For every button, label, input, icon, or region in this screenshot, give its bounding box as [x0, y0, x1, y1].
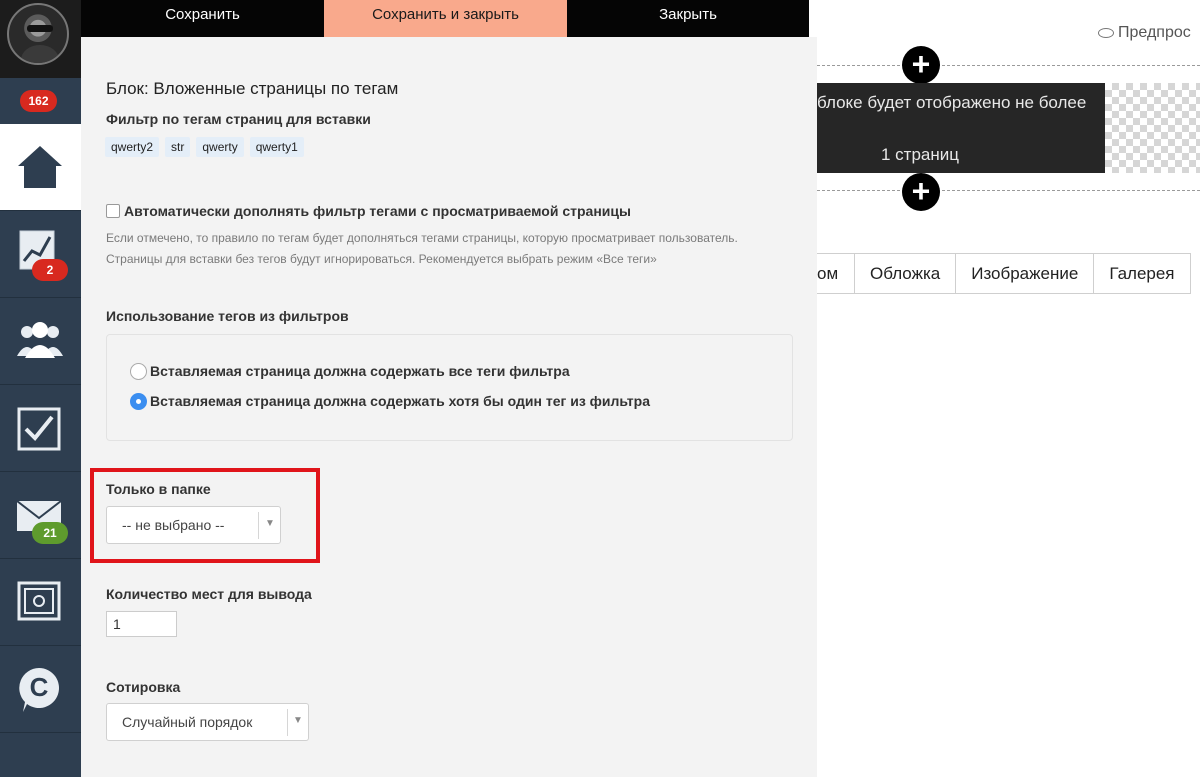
- preview-link[interactable]: Предпрос: [1098, 24, 1191, 42]
- auto-fill-label[interactable]: Автоматически дополнять фильтр тегами с …: [124, 203, 631, 219]
- count-input[interactable]: 1: [106, 611, 177, 637]
- save-and-close-button[interactable]: Сохранить и закрыть: [324, 0, 567, 37]
- tags-usage-options: Вставляемая страница должна содержать вс…: [106, 334, 793, 441]
- select-divider: [258, 512, 259, 539]
- preview-block[interactable]: блоке будет отображено не более 1 страни…: [817, 83, 1105, 173]
- nav-item-mail[interactable]: 21: [0, 472, 81, 559]
- tag-chip[interactable]: qwerty: [196, 137, 244, 157]
- nav-item-users[interactable]: [0, 298, 81, 385]
- close-button[interactable]: Закрыть: [567, 0, 809, 37]
- avatar[interactable]: [7, 3, 69, 65]
- folder-select-value: -- не выбрано --: [122, 517, 225, 533]
- tab-cover[interactable]: Обложка: [855, 253, 957, 294]
- preview-block-count: 1 страниц: [881, 145, 959, 164]
- radio-all-tags-label[interactable]: Вставляемая страница должна содержать вс…: [150, 363, 570, 379]
- safe-icon: [17, 581, 61, 621]
- nav-item-stats[interactable]: 2: [0, 211, 81, 298]
- transparent-placeholder: [1105, 83, 1200, 173]
- editor-toolbar: Сохранить Сохранить и закрыть Закрыть: [81, 0, 809, 37]
- folder-select[interactable]: -- не выбрано -- ▼: [106, 506, 281, 544]
- chevron-down-icon: ▼: [265, 518, 275, 529]
- select-divider: [287, 709, 288, 736]
- preview-block-text: блоке будет отображено не более: [817, 93, 1087, 112]
- chevron-down-icon: ▼: [293, 715, 303, 726]
- stats-badge: 2: [32, 259, 68, 281]
- save-button[interactable]: Сохранить: [81, 0, 324, 37]
- tag-chip[interactable]: qwerty1: [249, 137, 304, 157]
- nav-item-safe[interactable]: [0, 559, 81, 646]
- sort-label: Сотировка: [106, 679, 181, 695]
- tab-gallery[interactable]: Галерея: [1094, 253, 1191, 294]
- folder-label: Только в папке: [106, 481, 211, 497]
- radio-any-tag[interactable]: [130, 393, 147, 410]
- auto-fill-checkbox[interactable]: [106, 204, 120, 218]
- insert-divider-bottom: [817, 190, 1200, 191]
- tag-list: qwerty2 str qwerty qwerty1: [105, 137, 304, 157]
- radio-any-tag-label[interactable]: Вставляемая страница должна содержать хо…: [150, 393, 650, 409]
- auto-fill-help-line2: Страницы для вставки без тегов будут игн…: [106, 252, 657, 266]
- nav-item-tasks[interactable]: [0, 385, 81, 472]
- tab-image[interactable]: Изображение: [956, 253, 1095, 294]
- profile-area: [0, 0, 81, 78]
- panel-title: Блок: Вложенные страницы по тегам: [106, 79, 399, 98]
- nav-item-support[interactable]: C: [0, 646, 81, 733]
- eye-icon: [1098, 27, 1114, 38]
- users-icon: [17, 322, 63, 358]
- left-navigation: 162 2 21 C: [0, 0, 81, 777]
- tag-filter-label: Фильтр по тегам страниц для вставки: [106, 111, 371, 127]
- add-block-icon[interactable]: +: [902, 46, 940, 84]
- tag-chip[interactable]: str: [165, 137, 191, 157]
- auto-fill-help-line1: Если отмечено, то правило по тегам будет…: [106, 231, 738, 245]
- checkbox-icon: [17, 407, 61, 451]
- preview-label: Предпрос: [1118, 24, 1191, 41]
- radio-all-tags[interactable]: [130, 363, 147, 380]
- home-icon: [18, 146, 62, 188]
- block-settings-panel: Блок: Вложенные страницы по тегам Фильтр…: [81, 37, 817, 777]
- tag-chip[interactable]: qwerty2: [105, 137, 160, 157]
- svg-text:C: C: [30, 672, 49, 702]
- sort-select-value: Случайный порядок: [122, 714, 253, 730]
- block-type-tabs: ом Обложка Изображение Галерея: [817, 253, 1191, 294]
- tags-usage-label: Использование тегов из фильтров: [106, 308, 349, 324]
- sort-select[interactable]: Случайный порядок ▼: [106, 703, 309, 741]
- add-block-icon[interactable]: +: [902, 173, 940, 211]
- count-label: Количество мест для вывода: [106, 586, 312, 602]
- notification-row[interactable]: 162: [0, 78, 81, 124]
- mail-badge: 21: [32, 522, 68, 544]
- nav-item-home[interactable]: [0, 124, 81, 211]
- notification-badge: 162: [20, 90, 57, 112]
- insert-divider-top: [817, 65, 1200, 66]
- chat-c-icon: C: [19, 668, 59, 712]
- tab-partial[interactable]: ом: [817, 253, 855, 294]
